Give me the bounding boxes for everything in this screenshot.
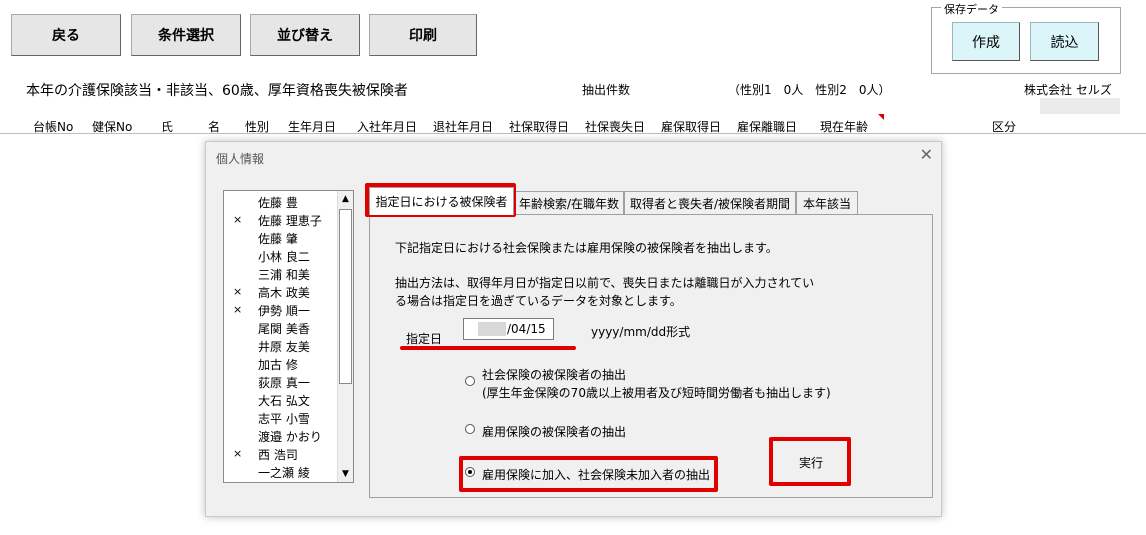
scroll-down-icon[interactable]: ▼ <box>338 466 353 482</box>
comment-indicator <box>878 114 884 120</box>
method-text-1: 抽出方法は、取得年月日が指定日以前で、喪失日または離職日が入力されてい <box>395 276 815 290</box>
company-name: 株式会社 セルズ <box>1024 83 1112 97</box>
saved-data-label: 保存データ <box>941 1 1002 17</box>
method-text-2: る場合は指定日を過ぎているデータを対象とします。 <box>395 294 682 308</box>
list-item-name: 尾関 美香 <box>258 322 310 336</box>
list-item-name: 渡邉 かおり <box>258 430 322 444</box>
scroll-up-icon[interactable]: ▲ <box>338 191 353 207</box>
highlight-date-underline <box>400 346 576 350</box>
date-value: /04/15 <box>507 322 546 336</box>
list-item[interactable]: 尾関 美香 <box>224 319 338 337</box>
list-item[interactable]: × 西 浩司 <box>224 445 338 463</box>
list-item[interactable]: × 高木 政美 <box>224 283 338 301</box>
close-icon[interactable]: ✕ <box>920 145 933 164</box>
list-item-name: 西 浩司 <box>258 448 298 462</box>
masked-year <box>478 322 506 336</box>
list-scrollbar[interactable]: ▲ ▼ <box>337 191 353 482</box>
list-item-name: 佐藤 理恵子 <box>258 214 322 228</box>
panel-description: 下記指定日における社会保険または雇用保険の被保険者を抽出します。 <box>395 241 778 255</box>
list-item[interactable]: 佐藤 豊 <box>224 193 338 211</box>
list-item[interactable]: 加古 修 <box>224 355 338 373</box>
list-item[interactable]: 一之瀬 綾 <box>224 463 338 481</box>
list-item[interactable]: 井原 友美 <box>224 337 338 355</box>
scroll-thumb[interactable] <box>339 209 352 384</box>
list-item-name: 井原 友美 <box>258 340 310 354</box>
list-item-name: 佐藤 肇 <box>258 232 298 246</box>
list-item[interactable]: 佐藤 肇 <box>224 229 338 247</box>
list-item[interactable]: 渡邉 かおり <box>224 427 338 445</box>
gender-counts: （性別1 0人 性別2 0人） <box>728 83 891 97</box>
back-button[interactable]: 戻る <box>11 14 121 56</box>
radio-employment-insurance[interactable] <box>465 424 475 434</box>
specified-date-input[interactable]: /04/15 <box>463 318 554 340</box>
option1-sublabel: (厚生年金保険の70歳以上被用者及び短時間労働者も抽出します) <box>482 386 831 400</box>
list-item[interactable]: 志平 小雪 <box>224 409 338 427</box>
list-item-mark: × <box>233 285 243 298</box>
list-item-name: 三浦 和美 <box>258 268 310 282</box>
person-listbox[interactable]: 佐藤 豊 × 佐藤 理恵子 佐藤 肇 小林 良二 三浦 和美 × 高木 政美 × 伊勢… <box>223 190 354 483</box>
list-item[interactable]: 荻原 真一 <box>224 373 338 391</box>
print-button[interactable]: 印刷 <box>369 14 477 56</box>
list-item[interactable]: 三浦 和美 <box>224 265 338 283</box>
radio-social-insurance[interactable] <box>465 376 475 386</box>
date-label: 指定日 <box>406 332 443 346</box>
list-item-name: 大石 弘文 <box>258 394 310 408</box>
masked-field <box>1040 98 1120 114</box>
list-item-mark: × <box>233 303 243 316</box>
list-item[interactable]: 大石 弘文 <box>224 391 338 409</box>
list-item-name: 一之瀬 綾 <box>258 466 310 480</box>
tab-acquire-lose[interactable]: 取得者と喪失者/被保険者期間 <box>624 191 796 214</box>
list-item-mark: × <box>233 213 243 226</box>
list-item-name: 小林 良二 <box>258 250 310 264</box>
create-button[interactable]: 作成 <box>952 22 1020 61</box>
option1-label: 社会保険の被保険者の抽出 <box>482 368 627 382</box>
list-item[interactable]: × 伊勢 順一 <box>224 301 338 319</box>
list-item-name: 佐藤 豊 <box>258 196 298 210</box>
dialog-title: 個人情報 <box>216 152 265 166</box>
count-label: 抽出件数 <box>582 83 631 97</box>
header-divider <box>0 133 1146 134</box>
list-item-name: 志平 小雪 <box>258 412 310 426</box>
tab-age-search[interactable]: 年齢検索/在職年数 <box>514 191 624 214</box>
date-format-hint: yyyy/mm/dd形式 <box>591 325 691 339</box>
list-item[interactable]: × 佐藤 理恵子 <box>224 211 338 229</box>
list-item-name: 伊勢 順一 <box>258 304 310 318</box>
highlight-option3 <box>459 456 718 492</box>
list-item-name: 加古 修 <box>258 358 298 372</box>
list-item-name: 高木 政美 <box>258 286 310 300</box>
list-item[interactable]: 小林 良二 <box>224 247 338 265</box>
load-button[interactable]: 読込 <box>1030 22 1099 61</box>
option2-label: 雇用保険の被保険者の抽出 <box>482 425 627 439</box>
condition-select-button[interactable]: 条件選択 <box>131 14 241 56</box>
list-item-mark: × <box>233 447 243 460</box>
tab-this-year[interactable]: 本年該当 <box>796 191 858 214</box>
highlight-execute <box>769 437 851 486</box>
report-title: 本年の介護保険該当・非該当、60歳、厚年資格喪失被保険者 <box>26 83 408 99</box>
list-item-name: 荻原 真一 <box>258 376 310 390</box>
personal-info-dialog: 個人情報 ✕ 佐藤 豊 × 佐藤 理恵子 佐藤 肇 小林 良二 三浦 和美 × 高木… <box>205 141 942 517</box>
sort-button[interactable]: 並び替え <box>250 14 360 56</box>
tab-insured-on-date[interactable]: 指定日における被保険者 <box>369 187 514 215</box>
